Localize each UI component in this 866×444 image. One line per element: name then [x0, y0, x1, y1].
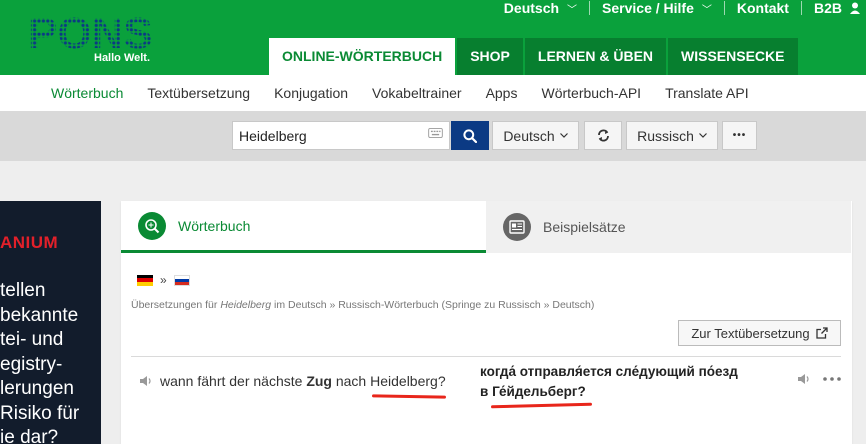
- search-button[interactable]: [451, 121, 489, 150]
- ad-text: tellen bekannte tei- und egistry- lerung…: [0, 279, 79, 444]
- search-bar: Deutsch Russisch •••: [0, 111, 866, 161]
- example-source-term: Heidelberg?: [370, 373, 446, 389]
- tab-woerterbuch-label: Wörterbuch: [178, 217, 251, 234]
- b2b-link[interactable]: B2B: [802, 0, 866, 16]
- service-menu[interactable]: Service / Hilfe ﹀: [590, 0, 725, 16]
- tab-wissensecke[interactable]: WISSENSECKE: [668, 38, 798, 75]
- ad-line: egistry-: [0, 353, 63, 375]
- top-nav: Deutsch ﹀ Service / Hilfe ﹀ Kontakt B2B: [492, 0, 866, 16]
- ad-line: tellen: [0, 280, 46, 301]
- logo-tagline: Hallo Welt.: [94, 52, 151, 64]
- tab-shop[interactable]: SHOP: [457, 38, 523, 75]
- user-icon: [850, 2, 860, 14]
- target-language-label: Russisch: [637, 127, 694, 144]
- ad-line: bekannte: [0, 304, 79, 326]
- ad-line: lerungen: [0, 378, 74, 399]
- swap-icon: [597, 129, 609, 142]
- chevron-down-icon: [559, 133, 568, 138]
- direction-arrow-icon: »: [160, 273, 167, 287]
- service-menu-label: Service / Hilfe: [602, 0, 694, 16]
- language-direction[interactable]: »: [137, 273, 190, 287]
- subnav-apps[interactable]: Apps: [486, 85, 518, 101]
- flag-de-icon: [137, 274, 153, 286]
- source-language-select[interactable]: Deutsch: [492, 121, 579, 150]
- ad-line: ie dar?: [0, 427, 59, 444]
- ad-line: Risiko für: [0, 402, 80, 424]
- text-translation-button[interactable]: Zur Textübersetzung: [678, 320, 841, 346]
- external-link-icon: [815, 327, 828, 339]
- annotation-underline: [371, 394, 447, 399]
- speaker-icon[interactable]: [139, 375, 153, 387]
- swap-languages-button[interactable]: [584, 121, 622, 150]
- example-source-part: nach: [335, 373, 367, 389]
- ad-line: tei- und: [0, 329, 64, 350]
- breadcrumb-suffix[interactable]: im Deutsch » Russisch-Wörterbuch (Spring…: [274, 299, 594, 311]
- subnav-vokabeltrainer[interactable]: Vokabeltrainer: [372, 85, 462, 101]
- example-target-line: когда́ отправля́ется сле́дующий по́езд: [480, 364, 738, 379]
- main-tabs: ONLINE-WÖRTERBUCH SHOP LERNEN & ÜBEN WIS…: [269, 38, 800, 75]
- more-options-button[interactable]: •••: [722, 121, 757, 150]
- search-input[interactable]: [232, 121, 450, 150]
- translation-breadcrumb: Übersetzungen für Heidelberg im Deutsch …: [131, 299, 594, 311]
- annotation-underline: [490, 402, 593, 409]
- subnav-woerterbuch-api[interactable]: Wörterbuch-API: [541, 85, 641, 101]
- subnav-woerterbuch[interactable]: Wörterbuch: [51, 85, 123, 101]
- subnav-textuebersetzung[interactable]: Textübersetzung: [147, 85, 250, 101]
- b2b-link-label: B2B: [813, 0, 842, 16]
- examples-icon: [503, 213, 531, 241]
- speaker-icon[interactable]: [797, 373, 811, 385]
- chevron-down-icon: ﹀: [567, 4, 578, 16]
- example-source-text: wann fährt der nächste Zug nach Heidelbe…: [160, 373, 446, 389]
- example-target-prefix: в: [480, 384, 489, 399]
- example-source: wann fährt der nächste Zug nach Heidelbe…: [139, 373, 446, 389]
- tab-beispielsaetze[interactable]: Beispielsätze: [486, 201, 851, 253]
- contact-link[interactable]: Kontakt: [725, 0, 802, 16]
- pons-logo[interactable]: PONS Hallo Welt.: [28, 9, 153, 64]
- advertisement[interactable]: ANIUM tellen bekannte tei- und egistry- …: [0, 201, 101, 444]
- example-tools: [797, 373, 841, 385]
- flag-ru-icon: [173, 274, 190, 286]
- breadcrumb-prefix: Übersetzungen für: [131, 299, 218, 311]
- language-menu-label: Deutsch: [503, 0, 560, 16]
- sub-nav: Wörterbuch Textübersetzung Konjugation V…: [0, 75, 866, 111]
- pons-logo-mark: PONS: [28, 9, 153, 58]
- site-header: PONS Hallo Welt. Deutsch ﹀ Service / Hilf…: [0, 0, 866, 75]
- breadcrumb-term: Heidelberg: [220, 299, 272, 311]
- target-language-select[interactable]: Russisch: [626, 121, 718, 150]
- chevron-down-icon: ﹀: [701, 4, 712, 16]
- tab-woerterbuch[interactable]: Wörterbuch: [121, 201, 486, 253]
- text-translation-label: Zur Textübersetzung: [691, 325, 810, 341]
- language-menu[interactable]: Deutsch ﹀: [492, 0, 591, 16]
- subnav-konjugation[interactable]: Konjugation: [274, 85, 348, 101]
- subnav-translate-api[interactable]: Translate API: [665, 85, 749, 101]
- example-source-part: wann fährt der nächste: [160, 373, 303, 389]
- example-source-bold: Zug: [306, 373, 332, 389]
- tab-beispielsaetze-label: Beispielsätze: [543, 219, 626, 235]
- result-tabs: Wörterbuch Beispielsätze: [121, 201, 852, 253]
- logo-text: PONS: [28, 10, 152, 54]
- ad-brand: ANIUM: [0, 233, 59, 252]
- tab-lernen-ueben[interactable]: LERNEN & ÜBEN: [524, 38, 667, 75]
- example-target: когда́ отправля́ется сле́дующий по́езд в…: [480, 362, 738, 402]
- source-language-label: Deutsch: [503, 127, 555, 144]
- example-target-term: Ге́йдельберг?: [492, 384, 586, 399]
- search-icon: [463, 128, 477, 143]
- chevron-down-icon: [698, 133, 707, 138]
- dictionary-icon: [138, 211, 166, 240]
- more-options-icon[interactable]: [823, 377, 841, 381]
- keyboard-icon[interactable]: [428, 128, 443, 138]
- divider: [131, 356, 841, 357]
- tab-online-woerterbuch[interactable]: ONLINE-WÖRTERBUCH: [269, 38, 456, 75]
- results-card: Wörterbuch Beispielsätze » Übersetzungen…: [121, 201, 852, 444]
- contact-link-label: Kontakt: [736, 0, 789, 16]
